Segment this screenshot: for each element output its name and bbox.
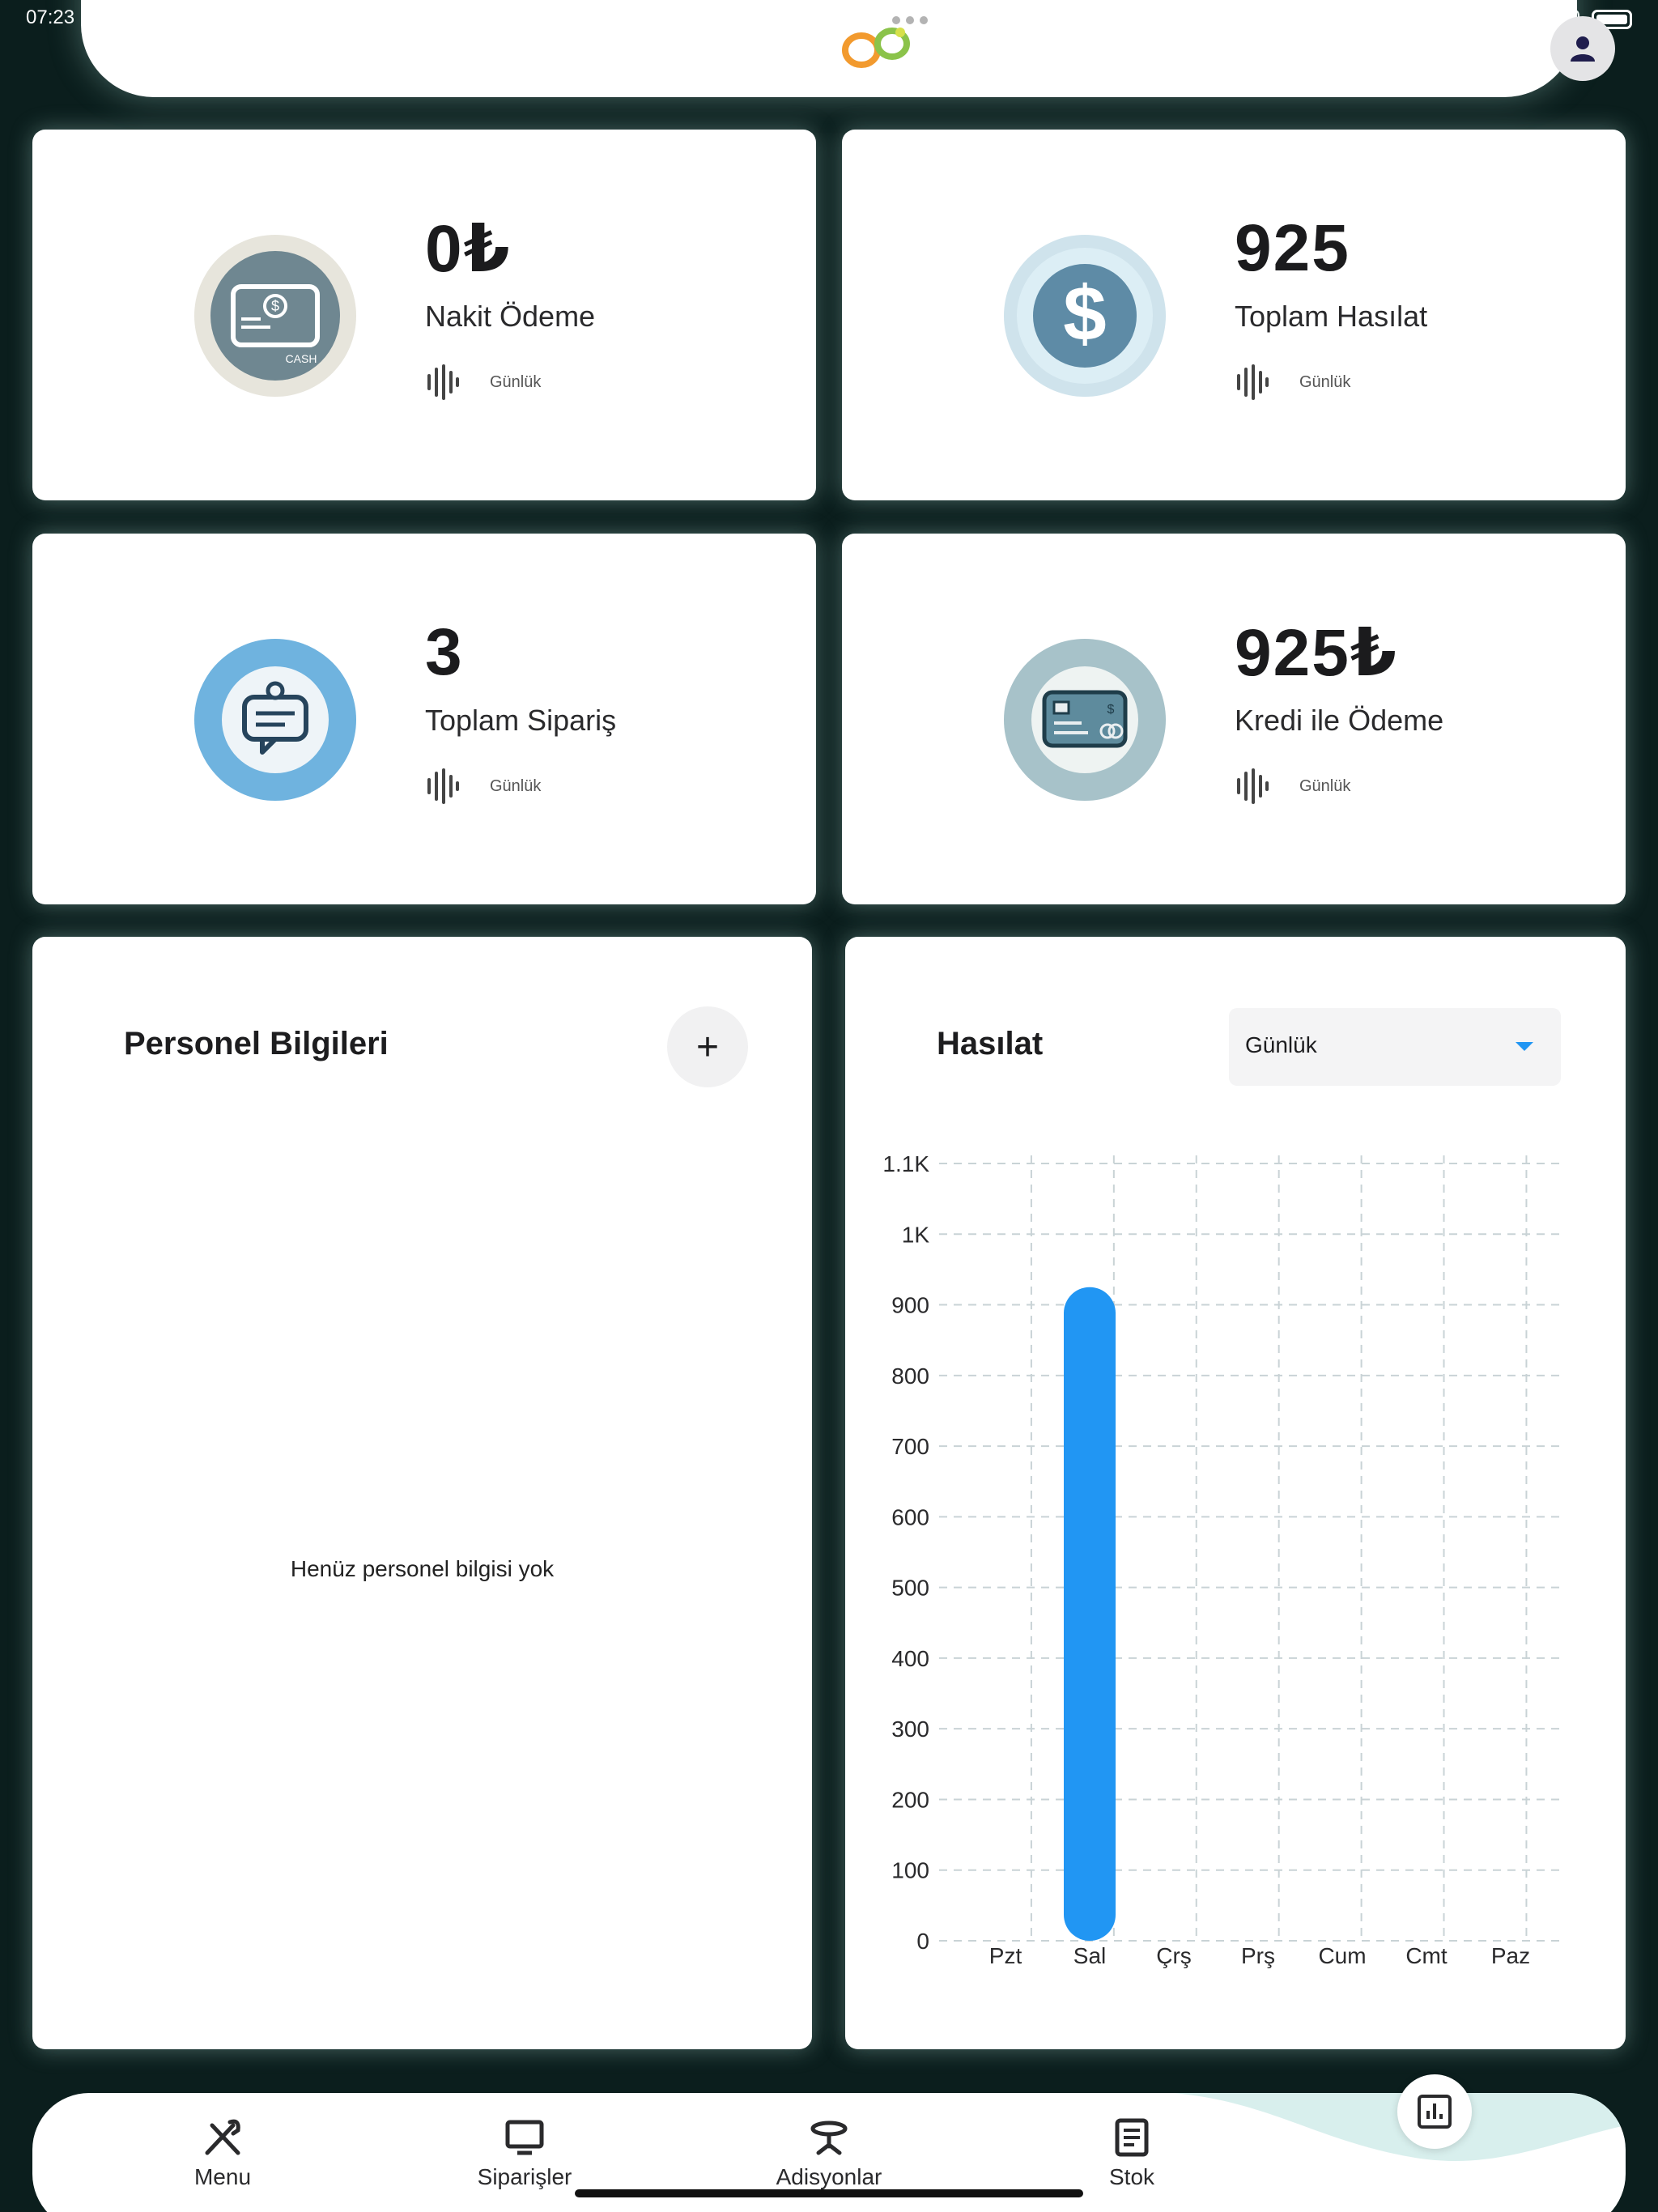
y-tick-label: 900	[891, 1293, 929, 1318]
stat-period: Günlük	[1299, 373, 1351, 391]
nav-item-orders[interactable]: Siparişler	[444, 2116, 606, 2212]
dashboard-fab-button[interactable]	[1397, 2074, 1472, 2149]
plus-icon: +	[695, 1025, 720, 1069]
y-tick-label: 600	[891, 1504, 929, 1529]
x-tick-label: Paz	[1491, 1943, 1530, 1968]
nav-label: Menu	[193, 2164, 252, 2189]
order-chat-icon	[194, 639, 356, 801]
home-indicator	[575, 2189, 1083, 2197]
y-tick-label: 500	[891, 1576, 929, 1601]
svg-text:$: $	[271, 298, 279, 314]
y-tick-label: 0	[916, 1929, 929, 1954]
sound-wave-icon	[427, 364, 459, 400]
x-tick-label: Çrş	[1156, 1943, 1192, 1968]
x-tick-label: Cum	[1318, 1943, 1366, 1968]
stat-period: Günlük	[490, 777, 542, 795]
stat-period: Günlük	[1299, 777, 1351, 795]
y-tick-label: 300	[891, 1716, 929, 1742]
stat-label: Nakit Ödeme	[425, 300, 596, 333]
top-app-bar	[81, 0, 1615, 97]
stat-value: 925₺	[1235, 616, 1398, 690]
stat-card-credit-payment[interactable]: $ 925₺ Kredi ile Ödeme Günlük	[842, 534, 1626, 904]
y-tick-label: 400	[891, 1646, 929, 1671]
sound-wave-icon	[1237, 768, 1269, 804]
table-icon	[810, 2121, 848, 2155]
stat-value: 0₺	[425, 212, 512, 286]
stat-label: Toplam Sipariş	[425, 704, 617, 737]
app-logo	[842, 28, 910, 68]
profile-button[interactable]	[1550, 16, 1615, 81]
bar-Sal[interactable]	[1064, 1287, 1116, 1941]
status-time: 07:23	[26, 6, 75, 28]
nav-item-stock[interactable]: Stok	[1051, 2116, 1213, 2212]
fork-knife-icon	[205, 2119, 240, 2155]
svg-text:$: $	[1063, 270, 1106, 357]
stat-card-cash[interactable]: $ CASH 0₺ Nakit Ödeme Günlük	[32, 130, 816, 500]
x-tick-label: Pzt	[989, 1943, 1022, 1968]
person-icon	[1571, 36, 1595, 62]
nav-label: Siparişler	[477, 2164, 572, 2189]
y-tick-label: 1.1K	[882, 1151, 929, 1176]
y-tick-label: 200	[891, 1787, 929, 1812]
document-list-icon	[1115, 2118, 1149, 2157]
personnel-card: Personel Bilgileri + Henüz personel bilg…	[32, 937, 812, 2049]
svg-text:CASH: CASH	[286, 352, 317, 365]
empty-state-text: Henüz personel bilgisi yok	[290, 1556, 555, 1581]
nav-item-bills[interactable]: Adisyonlar	[748, 2116, 910, 2212]
x-tick-label: Sal	[1073, 1943, 1106, 1968]
revenue-card: Hasılat Günlük 0 100 200 300 400 500 600 700 800…	[845, 937, 1626, 2049]
y-tick-label: 100	[891, 1858, 929, 1883]
svg-text:$: $	[1107, 703, 1115, 717]
stat-period: Günlük	[490, 373, 542, 391]
stat-card-total-orders[interactable]: 3 Toplam Sipariş Günlük	[32, 534, 816, 904]
sound-wave-icon	[1237, 364, 1269, 400]
stat-label: Kredi ile Ödeme	[1235, 704, 1444, 737]
y-tick-label: 800	[891, 1363, 929, 1389]
nav-item-menu[interactable]: Menu	[142, 2116, 304, 2212]
x-tick-label: Cmt	[1405, 1943, 1448, 1968]
y-tick-label: 1K	[902, 1222, 930, 1247]
personnel-title: Personel Bilgileri	[124, 1026, 389, 1061]
bar-chart-icon	[1418, 2095, 1452, 2129]
dollar-coin-icon: $	[1004, 235, 1166, 397]
sound-wave-icon	[427, 768, 459, 804]
revenue-chart: 0 100 200 300 400 500 600 700 800 900 1K 1.1K Pzt Sal…	[882, 1151, 1561, 1968]
add-personnel-button[interactable]: +	[667, 1006, 748, 1087]
nav-label: Adisyonlar	[776, 2164, 882, 2189]
stat-value: 3	[425, 615, 464, 689]
stat-card-total-revenue[interactable]: $ 925 Toplam Hasılat Günlük	[842, 130, 1626, 500]
monitor-icon	[505, 2120, 544, 2155]
credit-card-icon: $	[1004, 639, 1166, 801]
cash-card-icon: $ CASH	[194, 235, 356, 397]
stat-label: Toplam Hasılat	[1235, 300, 1428, 333]
y-tick-label: 700	[891, 1434, 929, 1459]
stat-value: 925	[1235, 211, 1350, 285]
nav-label: Stok	[1108, 2164, 1155, 2189]
x-tick-label: Prş	[1241, 1943, 1275, 1968]
